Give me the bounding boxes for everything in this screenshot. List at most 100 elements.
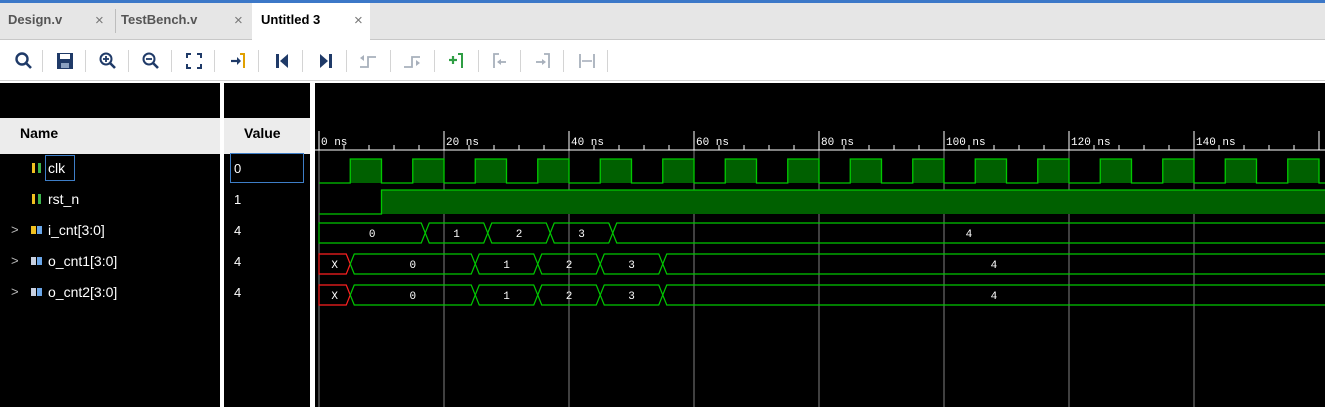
bus-signal-icon [31, 226, 42, 234]
save-icon[interactable] [55, 51, 75, 71]
clk-high-fill [975, 159, 1007, 183]
toolbar-divider [346, 50, 347, 72]
i-cnt-segment-label: 0 [369, 229, 376, 241]
next-transition-icon[interactable] [402, 51, 422, 71]
tab-testbench[interactable]: TestBench.v × [116, 3, 251, 40]
swap-cursors-icon[interactable] [577, 51, 597, 71]
i-cnt-segment-label: 4 [966, 229, 973, 241]
toolbar-divider [390, 50, 391, 72]
time-tick-label: 120 ns [1071, 137, 1111, 149]
signal-row-rst-n[interactable]: rst_n [0, 185, 220, 216]
value-column-header[interactable]: Value [224, 118, 310, 154]
clk-high-fill [475, 159, 507, 183]
clk-high-fill [725, 159, 757, 183]
zoom-out-icon[interactable] [141, 51, 161, 71]
bit-signal-icon [32, 194, 41, 204]
signal-name: o_cnt1[3:0] [48, 253, 118, 269]
clk-high-fill [412, 159, 444, 183]
tab-label: Untitled 3 [261, 12, 321, 27]
go-to-end-icon[interactable] [316, 51, 336, 71]
zoom-fit-icon[interactable] [184, 51, 204, 71]
clk-high-fill [1162, 159, 1194, 183]
clk-high-fill [787, 159, 819, 183]
time-tick-label: 100 ns [946, 137, 986, 149]
value-column-label: Value [244, 125, 281, 141]
o-cnt1-segment-label: X [331, 260, 338, 272]
waveform-canvas[interactable]: 0 ns 20 ns 40 ns 60 ns 80 ns 100 ns 120 ns 140 … [315, 83, 1325, 407]
chevron-right-icon[interactable]: > [11, 284, 19, 299]
tab-design[interactable]: Design.v × [0, 3, 115, 40]
value-text: 0 [234, 161, 242, 176]
name-column-header[interactable]: Name [0, 118, 220, 154]
go-to-cursor-icon[interactable] [228, 51, 248, 71]
value-text: 4 [234, 254, 242, 269]
toolbar-divider [607, 50, 608, 72]
time-tick-label: 20 ns [446, 137, 479, 149]
signal-row-o-cnt1[interactable]: > o_cnt1[3:0] [0, 247, 220, 278]
value-text: 1 [234, 192, 242, 207]
signal-name: i_cnt[3:0] [48, 222, 105, 238]
clk-high-fill [912, 159, 944, 183]
clk-high-fill [537, 159, 569, 183]
signal-name: rst_n [48, 191, 80, 207]
previous-transition-icon[interactable] [358, 51, 378, 71]
o-cnt1-segment-label: 2 [566, 260, 573, 272]
signal-row-i-cnt[interactable]: > i_cnt[3:0] [0, 216, 220, 247]
tab-untitled-3[interactable]: Untitled 3 × [252, 3, 370, 40]
signal-value: 1 [224, 185, 310, 216]
toolbar-divider [214, 50, 215, 72]
time-tick-label: 40 ns [571, 137, 604, 149]
rst-n-high-fill [381, 190, 1325, 214]
toolbar-divider [563, 50, 564, 72]
next-marker-icon[interactable] [533, 51, 553, 71]
clk-high-fill [1100, 159, 1132, 183]
signal-row-clk[interactable]: clk [0, 154, 220, 185]
previous-marker-icon[interactable] [490, 51, 510, 71]
signal-value: 0 [224, 154, 310, 185]
toolbar-divider [258, 50, 259, 72]
chevron-right-icon[interactable]: > [11, 253, 19, 268]
i-cnt-segment-label: 3 [578, 229, 585, 241]
search-icon[interactable] [14, 51, 34, 71]
close-icon[interactable]: × [234, 13, 243, 28]
signal-value: 4 [224, 278, 310, 309]
go-to-start-icon[interactable] [272, 51, 292, 71]
signal-row-o-cnt2[interactable]: > o_cnt2[3:0] [0, 278, 220, 309]
tab-bar: Design.v × TestBench.v × Untitled 3 × [0, 3, 1325, 40]
toolbar-divider [478, 50, 479, 72]
clk-high-fill [850, 159, 882, 183]
close-icon[interactable]: × [354, 13, 363, 28]
o-cnt1-segment-label: 3 [628, 260, 635, 272]
toolbar-divider [42, 50, 43, 72]
bus-signal-icon [31, 257, 42, 265]
toolbar-divider [520, 50, 521, 72]
name-column-label: Name [20, 125, 59, 141]
o-cnt2-segment-label: 2 [566, 291, 573, 303]
i-cnt-segment-label: 2 [516, 229, 523, 241]
clk-high-fill [1287, 159, 1319, 183]
toolbar-divider [302, 50, 303, 72]
signal-value: 4 [224, 216, 310, 247]
toolbar-divider [434, 50, 435, 72]
o-cnt2-segment-label: 3 [628, 291, 635, 303]
tab-label: Design.v [8, 12, 63, 27]
signal-name: o_cnt2[3:0] [48, 284, 118, 300]
o-cnt2-segment-label: 0 [409, 291, 416, 303]
toolbar-divider [128, 50, 129, 72]
chevron-right-icon[interactable]: > [11, 222, 19, 237]
add-marker-icon[interactable] [447, 51, 467, 71]
zoom-in-icon[interactable] [98, 51, 118, 71]
o-cnt1-segment-label: 0 [409, 260, 416, 272]
value-text: 4 [234, 223, 242, 238]
clk-high-fill [350, 159, 382, 183]
time-tick-label: 140 ns [1196, 137, 1236, 149]
i-cnt-segment-label: 1 [453, 229, 460, 241]
o-cnt1-segment-label: 1 [503, 260, 510, 272]
bus-signal-icon [31, 288, 42, 296]
bit-signal-icon [32, 163, 41, 173]
toolbar-divider [85, 50, 86, 72]
time-tick-label: 80 ns [821, 137, 854, 149]
clk-high-fill [662, 159, 694, 183]
o-cnt2-segment-label: 4 [991, 291, 998, 303]
close-icon[interactable]: × [95, 13, 104, 28]
